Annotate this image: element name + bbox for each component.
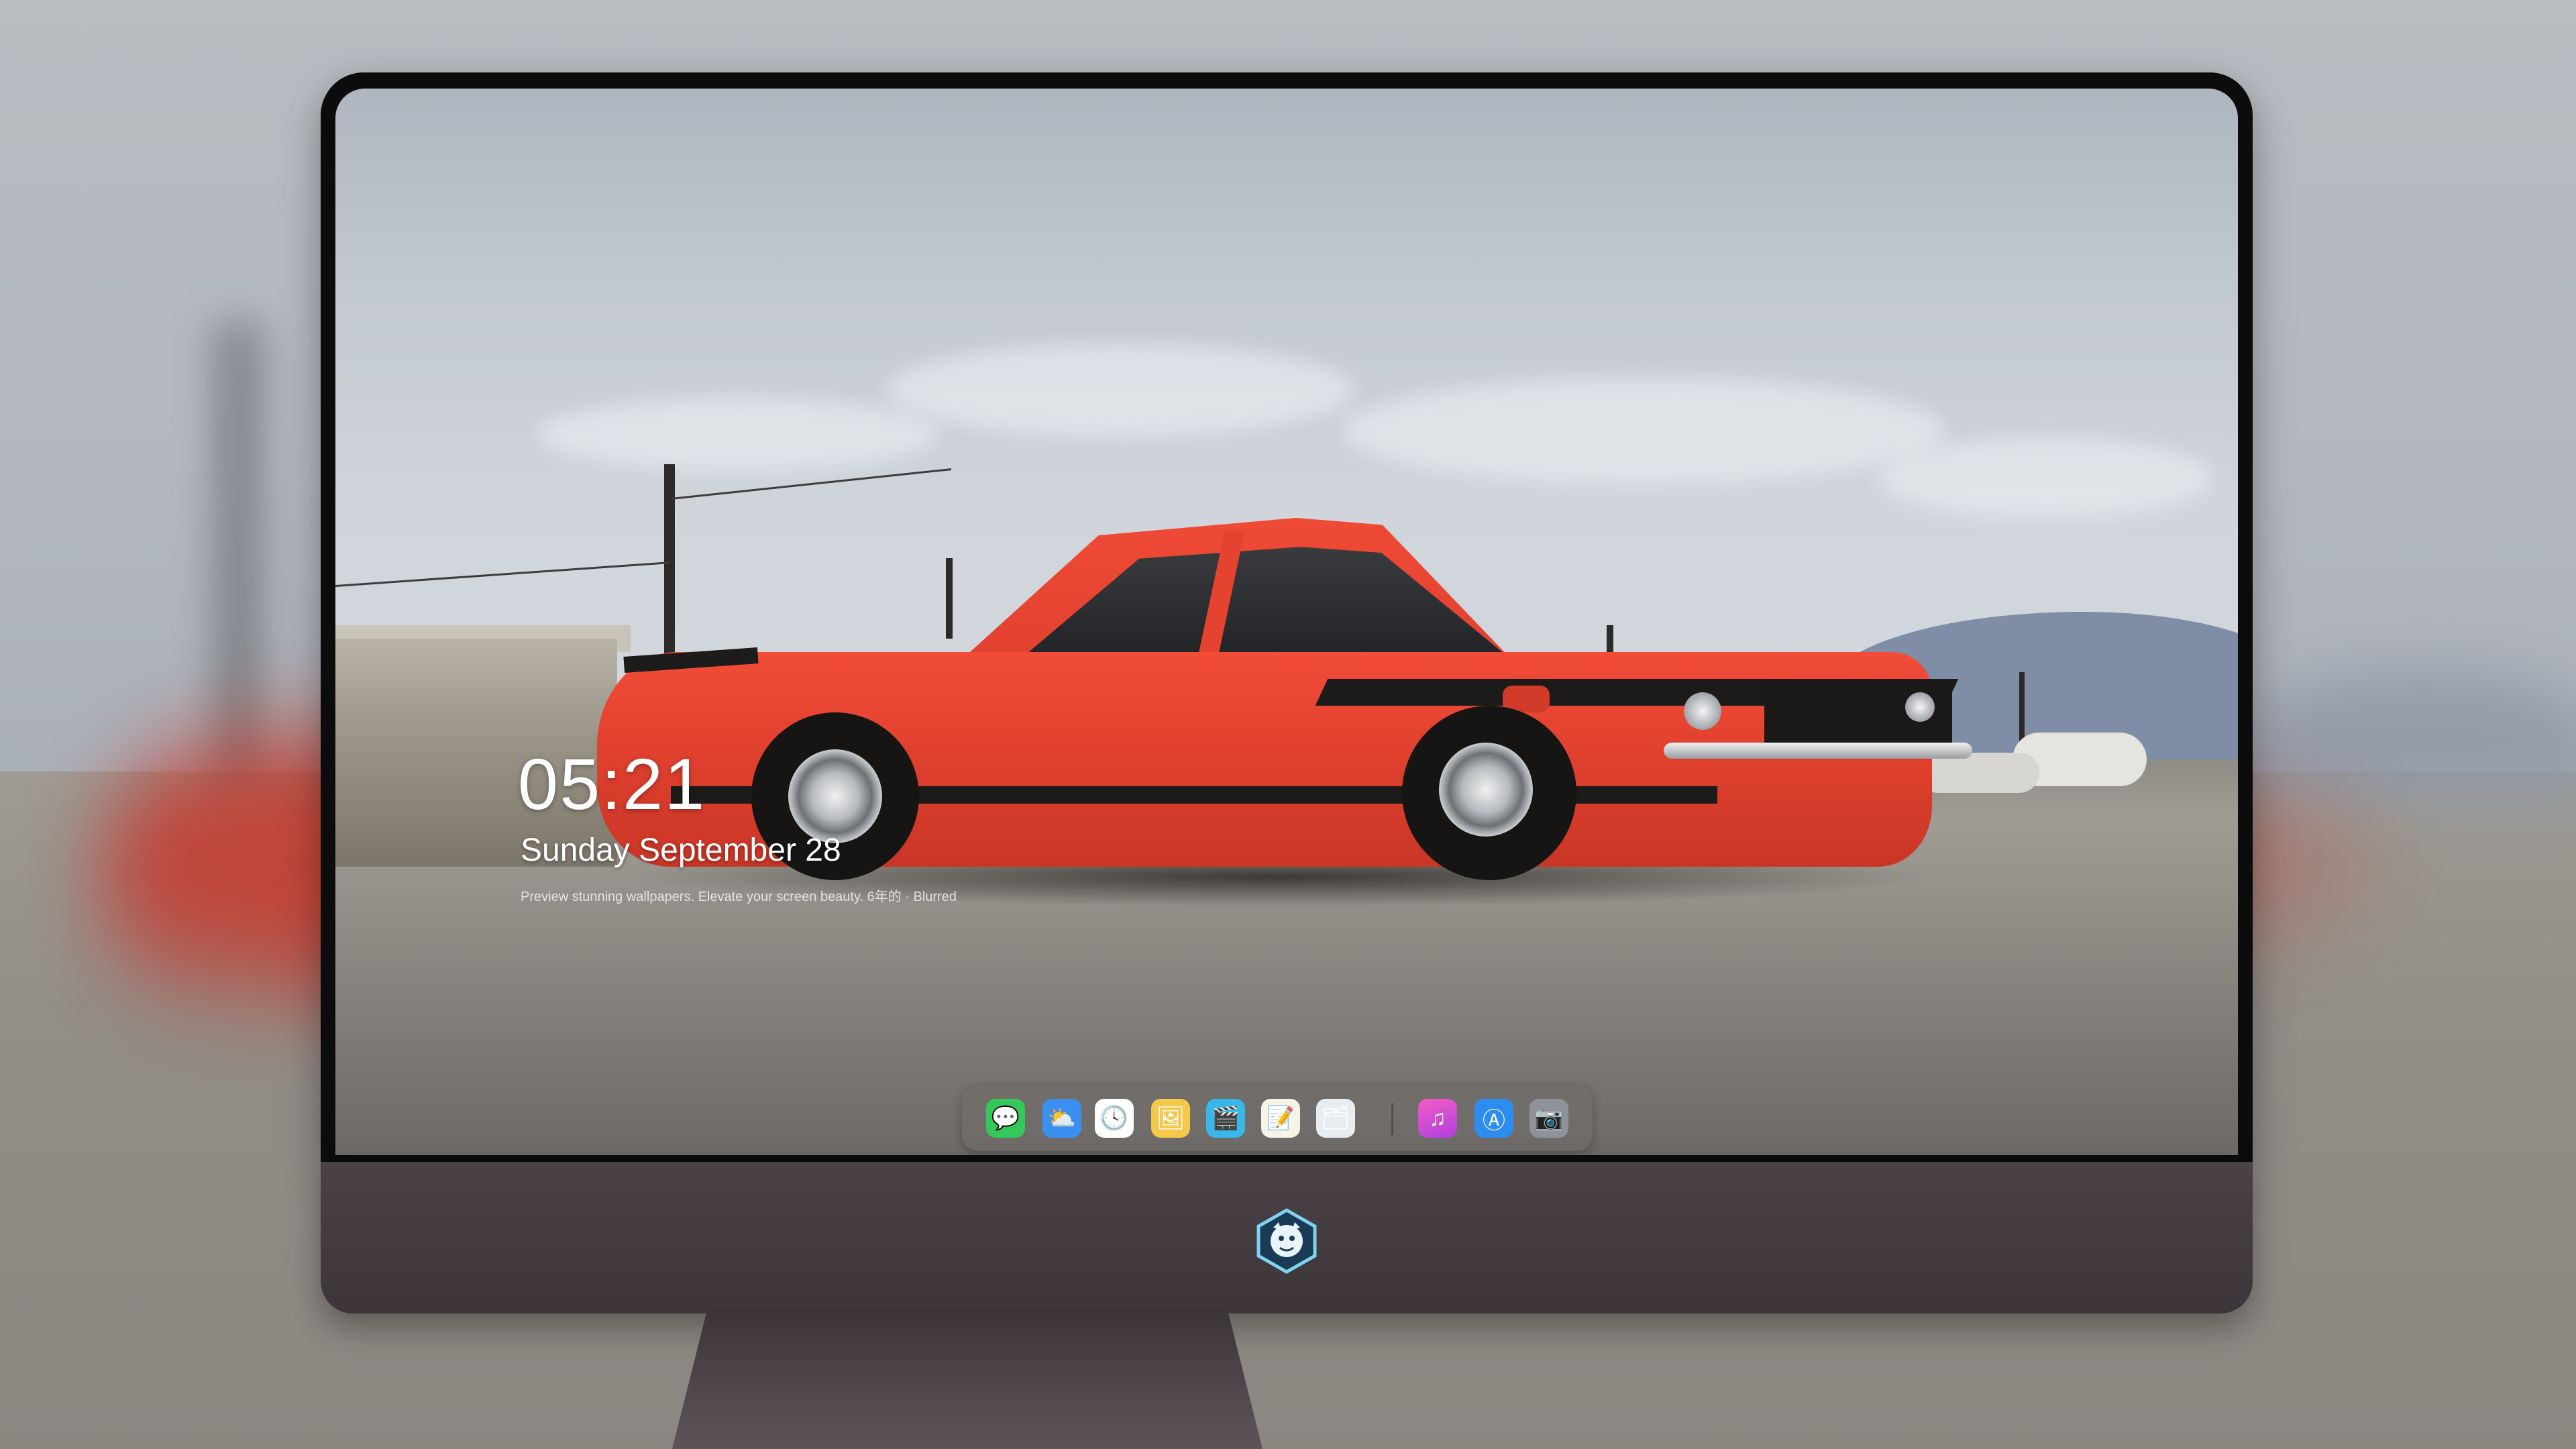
weather-icon[interactable]: ⛅ [1042,1099,1081,1138]
lockscreen-date: Sunday September 28 [521,833,841,868]
car-front-wheel [1402,706,1576,880]
monitor: 05:21 Sunday September 28 Preview stunni… [321,72,2253,1313]
gallery-icon[interactable]: 🗂 [1316,1099,1355,1138]
wheel-rim [788,749,882,843]
cloud [885,343,1355,437]
monitor-stand [672,1308,1263,1449]
utility-pole [946,558,953,639]
preview-icon[interactable]: 🖼 [1151,1099,1190,1138]
clock-icon[interactable]: 🕓 [1095,1099,1134,1138]
car-bumper [1664,743,1972,759]
cloud [537,397,939,471]
car-headlight [1905,692,1935,722]
cloud [1342,377,1945,484]
app-store-icon[interactable]: Ⓐ [1474,1099,1513,1138]
messages-icon[interactable]: 💬 [986,1099,1025,1138]
screen: 05:21 Sunday September 28 Preview stunni… [335,89,2238,1155]
car-headlight [1684,692,1721,730]
storage-tank [1919,753,2039,793]
notes-icon[interactable]: 📝 [1261,1099,1300,1138]
cloud [1878,437,2214,518]
wheel-rim [1439,743,1533,837]
lockscreen-caption: Preview stunning wallpapers. Elevate you… [521,890,957,904]
brand-logo-icon [1256,1208,1317,1274]
lockscreen-time: 05:21 [518,743,706,824]
dock-separator [1391,1103,1393,1135]
monitor-chin [321,1162,2253,1313]
monitor-bezel: 05:21 Sunday September 28 Preview stunni… [321,72,2253,1162]
music-icon[interactable]: ♫ [1418,1099,1457,1138]
dock: 💬 ⛅ 🕓 🖼 🎬 📝 🗂 ♫ Ⓐ 📷 [962,1085,1593,1151]
camera-icon[interactable]: 📷 [1529,1099,1568,1138]
clips-icon[interactable]: 🎬 [1206,1099,1245,1138]
